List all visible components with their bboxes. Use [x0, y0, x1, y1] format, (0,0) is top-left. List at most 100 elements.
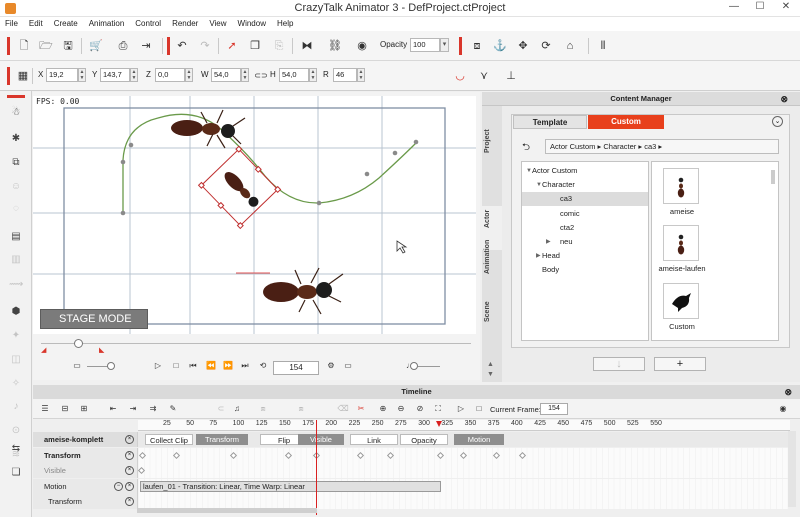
keyframe-marker[interactable]	[518, 451, 527, 460]
keyframe-marker[interactable]	[137, 466, 146, 475]
collapse-tracks-icon[interactable]: ⊟	[59, 403, 71, 415]
clip-button-link[interactable]: Link	[350, 434, 398, 445]
camera-icon[interactable]: ⧈	[470, 39, 484, 53]
first-frame-icon[interactable]: ⏮	[187, 360, 199, 372]
track-close-icon[interactable]: ×	[125, 451, 134, 460]
timeline-track-row[interactable]: Transform ×	[33, 494, 788, 509]
motion-clip[interactable]: laufen_01 - Transition: Linear, Time War…	[140, 481, 441, 492]
download-button[interactable]: ↓	[593, 357, 645, 371]
cart-icon[interactable]: 🛒	[89, 39, 103, 53]
menu-window[interactable]: Window	[233, 17, 272, 31]
speed-icon[interactable]: ▭	[71, 360, 83, 372]
actor-icon[interactable]: ☃	[9, 106, 23, 120]
scroll-down-icon[interactable]: ▼	[487, 371, 494, 378]
zoom-fit-icon[interactable]: ⊘	[414, 403, 426, 415]
keyframe-marker[interactable]	[172, 451, 181, 460]
next-frame-icon[interactable]: ⏩	[222, 360, 234, 372]
menu-control[interactable]: Control	[130, 17, 167, 31]
volume-slider-handle[interactable]	[410, 362, 418, 370]
bone-icon[interactable]: ✱	[9, 132, 23, 146]
zoom-in-icon[interactable]: ⊕	[377, 403, 389, 415]
layer-icon[interactable]: ▥	[9, 253, 23, 267]
save-icon[interactable]: 🖫	[61, 39, 75, 53]
audio-icon[interactable]: ♫	[231, 403, 243, 415]
keyframe-marker[interactable]	[138, 451, 147, 460]
grid-icon[interactable]: ▦	[16, 69, 30, 83]
add-button[interactable]: +	[654, 357, 706, 371]
key-left-icon[interactable]: ⇤	[107, 403, 119, 415]
duplicate-icon[interactable]: ❐	[248, 39, 262, 53]
timeline-ruler[interactable]: 25 50 75 100 125 150 175 200 225 250 275 300 325 350 3…	[138, 420, 790, 431]
open-folder-icon[interactable]: 🗁	[39, 39, 53, 53]
expand-arrow-icon[interactable]: ▶	[536, 249, 541, 263]
z-spinner[interactable]: ▲ ▼	[185, 68, 193, 82]
clip-button-opacity[interactable]: Opacity	[400, 434, 448, 445]
range-end-marker-timeline[interactable]	[436, 421, 442, 427]
align-icon[interactable]: ⦀	[596, 39, 610, 53]
tab-custom[interactable]: Custom	[588, 115, 664, 129]
back-icon[interactable]: ⮌	[522, 140, 530, 157]
play-icon[interactable]: ▷	[152, 360, 164, 372]
close-panel-icon[interactable]: ⊗	[780, 92, 788, 106]
timeline-track-row[interactable]: Visible ×	[33, 463, 788, 478]
sound-icon[interactable]: ♪	[9, 400, 23, 414]
ease-in-icon[interactable]: ◡	[453, 69, 467, 83]
range-end-marker[interactable]: ◣	[99, 346, 107, 354]
menu-render[interactable]: Render	[167, 17, 204, 31]
tree-node-neu[interactable]: ▶ neu	[522, 235, 648, 249]
minimize-button[interactable]: —	[722, 0, 746, 14]
clip-button-visible[interactable]: Visible	[298, 434, 344, 445]
opacity-field[interactable]: 100	[410, 38, 440, 52]
anchor-icon[interactable]: ⚓	[493, 39, 507, 53]
timeline-close-icon[interactable]: ⊗	[784, 385, 792, 399]
track-area[interactable]	[137, 463, 788, 478]
track-close-icon[interactable]: ×	[125, 435, 134, 444]
track-close-icon[interactable]: ×	[125, 466, 134, 475]
timeline-vertical-scrollbar[interactable]	[788, 431, 796, 507]
rotate-icon[interactable]: ⟳	[539, 39, 553, 53]
collapse-icon[interactable]: ⌄	[772, 116, 783, 127]
playhead[interactable]	[316, 420, 317, 515]
thumbnail-scrollbar[interactable]	[771, 170, 775, 184]
timeline-track-row[interactable]: Transform ×	[33, 448, 788, 463]
range-start-marker[interactable]: ◢	[41, 346, 49, 354]
delete-key-icon[interactable]: ⌫	[337, 403, 349, 415]
ease-out-icon[interactable]: ⋎	[477, 69, 491, 83]
undo-icon[interactable]: ↶	[175, 39, 189, 53]
track-close-icon[interactable]: ×	[125, 497, 134, 506]
stage-drawing[interactable]	[33, 96, 476, 334]
eye-icon[interactable]: ◉	[355, 39, 369, 53]
timeline-frame-field[interactable]: 154	[540, 403, 568, 415]
track-list-icon[interactable]: ☰	[39, 403, 51, 415]
z-field[interactable]: 0,0	[155, 68, 185, 82]
tree-node-actor-custom[interactable]: ▼ Actor Custom	[522, 164, 648, 178]
track-collapse-icon[interactable]: −	[114, 482, 123, 491]
mark-out-icon[interactable]: ⧈	[295, 403, 307, 415]
prop-icon[interactable]: ⬢	[9, 305, 23, 319]
current-frame-field[interactable]: 154	[273, 361, 319, 375]
menu-view[interactable]: View	[204, 17, 232, 31]
key-next-icon[interactable]: ⇉	[147, 403, 159, 415]
track-area[interactable]: laufen_01 - Transition: Linear, Time War…	[138, 479, 788, 494]
face-icon[interactable]: ☺	[9, 180, 23, 194]
mark-in-icon[interactable]: ⧈	[257, 403, 269, 415]
thumb-ameise-laufen[interactable]	[663, 225, 699, 261]
w-field[interactable]: 54,0	[211, 68, 241, 82]
menu-file[interactable]: File	[0, 17, 24, 31]
stop-icon[interactable]: □	[170, 360, 182, 372]
view-icon[interactable]: ◉	[777, 403, 789, 415]
timeline-stop-icon[interactable]: □	[473, 403, 485, 415]
edit-key-icon[interactable]: ✎	[167, 403, 179, 415]
breadcrumb[interactable]: Actor Custom ▸ Character ▸ ca3 ▸	[545, 139, 779, 154]
track-area[interactable]	[138, 494, 788, 509]
loop-icon[interactable]: ⟲	[257, 360, 269, 372]
tree-node-comic[interactable]: comic	[522, 207, 648, 221]
timeline-track-row[interactable]: Motion × − laufen_01 - Transition: Linear, …	[33, 479, 788, 494]
fx-icon[interactable]: ✦	[9, 329, 23, 343]
maximize-button[interactable]: ☐	[748, 0, 772, 14]
swap-icon[interactable]: ⇆	[9, 442, 23, 456]
clip-button-collect-clip[interactable]: Collect Clip	[145, 434, 193, 445]
thumb-custom[interactable]	[663, 283, 699, 319]
stage-canvas[interactable]	[33, 96, 476, 334]
screen-icon[interactable]: ▭	[342, 360, 354, 372]
